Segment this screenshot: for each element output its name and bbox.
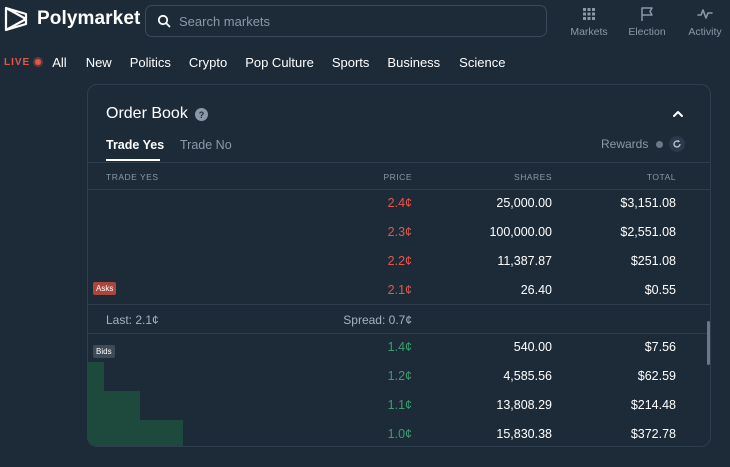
tab-trade-no[interactable]: Trade No: [180, 138, 232, 152]
asks-badge: Asks: [93, 282, 117, 295]
bid-total: $214.48: [630, 398, 676, 412]
refresh-icon: [673, 139, 682, 148]
ask-total: $2,551.08: [620, 225, 676, 239]
bid-shares: 540.00: [513, 340, 552, 354]
polymarket-logo-icon: [4, 6, 28, 32]
last-price: Last: 2.1¢: [106, 313, 159, 327]
nav-activity[interactable]: Activity: [676, 6, 730, 38]
ask-row[interactable]: 2.3¢ 100,000.00 $2,551.08: [88, 218, 710, 247]
order-book-card: Order Book ? Trade Yes Trade No Rewards …: [87, 84, 711, 447]
bids-badge: Bids: [93, 345, 115, 358]
flag-icon: [641, 7, 653, 21]
column-header-price: PRICE: [383, 172, 412, 182]
rewards[interactable]: Rewards: [601, 136, 686, 152]
category-sports[interactable]: Sports: [332, 55, 370, 70]
nav-election[interactable]: Election: [618, 6, 676, 38]
grid-icon: [583, 8, 595, 20]
order-book-title: Order Book: [106, 105, 188, 122]
bid-total: $372.78: [630, 427, 676, 441]
tab-trade-yes[interactable]: Trade Yes: [106, 138, 164, 152]
live-indicator[interactable]: LIVE: [4, 56, 42, 68]
help-icon[interactable]: ?: [194, 107, 208, 121]
ask-row[interactable]: 2.1¢ 26.40 $0.55: [88, 276, 710, 305]
live-dot-icon: [35, 59, 42, 65]
bid-shares: 13,808.29: [496, 398, 552, 412]
category-bar: LIVE All New Politics Crypto Pop Culture…: [4, 54, 505, 70]
bid-shares: 4,585.56: [503, 369, 552, 383]
logo[interactable]: Polymarket: [4, 6, 140, 32]
bid-price: 1.2¢: [387, 369, 412, 383]
rewards-label: Rewards: [601, 137, 649, 151]
ask-price: 2.1¢: [387, 283, 412, 297]
bid-price: 1.4¢: [387, 340, 412, 354]
search-input[interactable]: [179, 13, 519, 29]
order-book-title-wrap: Order Book ?: [106, 105, 208, 123]
ask-shares: 100,000.00: [489, 225, 552, 239]
ask-shares: 26.40: [520, 283, 552, 297]
scrollbar[interactable]: [707, 321, 710, 365]
chevron-up-icon[interactable]: [671, 107, 685, 121]
ask-total: $0.55: [644, 283, 676, 297]
top-header: Polymarket Markets Election: [0, 0, 730, 42]
ask-shares: 25,000.00: [496, 196, 552, 210]
ask-shares: 11,387.87: [497, 254, 552, 268]
ask-price: 2.2¢: [387, 254, 412, 268]
bid-shares: 15,830.38: [496, 427, 552, 441]
rewards-dot-icon: [656, 140, 664, 148]
nav-activity-label: Activity: [688, 26, 722, 38]
pulse-icon: [697, 9, 713, 19]
ask-row[interactable]: 2.2¢ 11,387.87 $251.08: [88, 247, 710, 276]
nav-election-label: Election: [628, 26, 666, 38]
bid-row[interactable]: 1.0¢ 15,830.38 $372.78: [88, 420, 710, 446]
bid-row[interactable]: 1.2¢ 4,585.56 $62.59: [88, 362, 710, 391]
live-label: LIVE: [4, 56, 31, 68]
column-header-total: TOTAL: [646, 172, 676, 182]
category-science[interactable]: Science: [459, 55, 505, 70]
ask-total: $3,151.08: [620, 196, 676, 210]
ask-row[interactable]: 2.4¢ 25,000.00 $3,151.08: [88, 189, 710, 218]
refresh-button[interactable]: [669, 136, 686, 152]
bid-price: 1.1¢: [387, 398, 412, 412]
category-new[interactable]: New: [86, 55, 112, 70]
bid-row[interactable]: 1.4¢ 540.00 $7.56: [88, 333, 710, 362]
search-box[interactable]: [145, 5, 547, 37]
nav-icons: Markets Election Activity: [560, 6, 730, 38]
category-crypto[interactable]: Crypto: [189, 55, 227, 70]
category-business[interactable]: Business: [387, 55, 440, 70]
tabs-divider: [88, 162, 710, 163]
column-header-shares: SHARES: [514, 172, 552, 182]
brand-name: Polymarket: [37, 8, 141, 29]
category-pop-culture[interactable]: Pop Culture: [245, 55, 314, 70]
search-icon: [157, 14, 171, 28]
ask-total: $251.08: [630, 254, 676, 268]
ask-price: 2.4¢: [387, 196, 412, 210]
category-all[interactable]: All: [52, 55, 66, 70]
bid-total: $7.56: [644, 340, 676, 354]
spread-row: Last: 2.1¢ Spread: 0.7¢: [88, 306, 710, 334]
category-politics[interactable]: Politics: [130, 55, 171, 70]
nav-markets[interactable]: Markets: [560, 6, 618, 38]
column-header-side: TRADE YES: [106, 172, 159, 182]
spread-top-divider: [88, 304, 710, 305]
bid-price: 1.0¢: [387, 427, 412, 441]
nav-markets-label: Markets: [570, 26, 608, 38]
bid-row[interactable]: 1.1¢ 13,808.29 $214.48: [88, 391, 710, 420]
spread-value: Spread: 0.7¢: [343, 313, 412, 327]
svg-text:?: ?: [199, 110, 205, 120]
ask-price: 2.3¢: [387, 225, 412, 239]
active-tab-underline: [106, 159, 160, 161]
bid-total: $62.59: [637, 369, 676, 383]
